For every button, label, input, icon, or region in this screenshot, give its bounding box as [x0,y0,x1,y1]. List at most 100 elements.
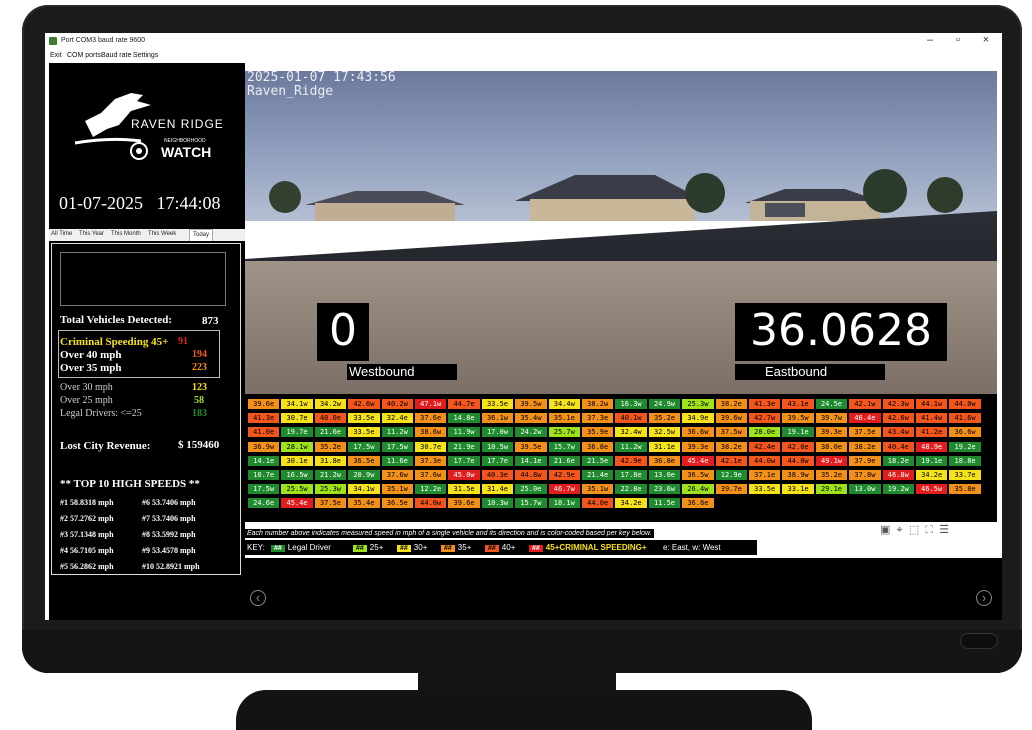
speed-cell: 11.2w [615,441,647,452]
camera-timestamp: 2025-01-07 17:43:56 [247,71,396,85]
tab-all-time[interactable]: All Time [51,231,72,237]
crop-icon[interactable]: ⬚ [909,524,919,536]
over25-label: Over 25 mph [60,395,113,406]
speed-cell: 37.5e [849,427,881,438]
speed-cell: 30.7e [415,441,447,452]
speed-cell: 42.4e [749,441,781,452]
speed-cell: 40.4e [882,441,914,452]
speed-cell: 31.8e [314,455,347,466]
key-30-swatch: ## [397,545,411,552]
close-button[interactable]: × [975,34,997,46]
speed-cell: 35.2e [815,470,848,480]
menu-com-ports[interactable]: COM ports [67,52,101,59]
speed-cell: 22.8e [615,484,647,495]
total-label: Total Vehicles Detected: [60,314,173,326]
speed-cell: 34.2e [615,498,647,509]
key-40-label: 40+ [501,543,516,552]
menu-icon[interactable]: ☰ [939,524,949,536]
speed-cell: 34.4w [548,399,580,409]
speed-cell: 28.0e [749,427,781,438]
speed-cell: 21.2w [314,470,347,480]
speed-cell: 18.1w [548,498,580,509]
current-time: 17:44:08 [156,193,221,213]
westbound-speed: 0 [329,305,357,356]
camera-houses [245,163,997,223]
speed-cell: 35.4e [348,498,380,509]
tab-this-week[interactable]: This Week [148,231,176,237]
speed-cell: 17.7e [448,455,480,466]
player-controls: ▣ ⌖ ⬚ ⛶ ☰ [880,523,949,537]
prev-arrow-icon[interactable]: ‹ [250,590,266,606]
speed-cell: 36.6w [949,427,981,438]
speed-cell: 14.1e [515,455,547,466]
key-35-swatch: ## [441,545,455,552]
speed-cell: 36.5w [682,470,714,480]
tab-today[interactable]: Today [189,229,214,241]
next-arrow-icon[interactable]: › [976,590,992,606]
raven-ridge-logo: RAVEN RIDGE NEIGHBORHOOD WATCH [71,81,241,171]
speed-cell: 42.6w [882,413,914,424]
over35-label: Over 35 mph [60,362,122,374]
revenue-value: $ 159460 [178,439,220,451]
speed-cell: 35.8e [949,484,981,495]
speed-cell: 17.8e [615,470,647,480]
window-title: Port COM3 baud rate 9600 [61,37,146,44]
legal-value: 183 [192,408,207,419]
speed-cell: 35.1w [381,484,413,495]
westbound-label-box: Westbound [347,364,457,380]
fullscreen-icon[interactable]: ⛶ [925,524,933,536]
speed-cell: 28.1w [281,441,313,452]
menu-bar: Exit COM ports Baud rate Settings [45,49,1002,63]
speed-cell: 39.6w [715,413,747,424]
camera-location: Raven_Ridge [247,84,334,99]
speed-cell: 36.8e [648,455,681,466]
legal-label: Legal Drivers: <=25 [60,408,142,419]
speed-cell: 41.4w [916,413,948,424]
color-key: KEY: ## Legal Driver ## 25+ ## 30+ ## 35+ ##… [245,540,757,555]
speed-cell: 35.4w [515,413,547,424]
speed-cell: 42.0e [782,441,814,452]
speed-cell: 41.3e [749,399,781,409]
speed-cell: 36.8e [682,498,714,509]
speed-cell: 15.7w [548,441,580,452]
speed-cell: 21.6e [314,427,347,438]
speed-cell: 46.8w [882,470,914,480]
menu-settings[interactable]: Settings [133,52,158,59]
speed-cell: 29.1e [815,484,848,495]
speed-cell: 36.8e [582,441,614,452]
speed-cell: 33.5e [348,413,380,424]
speed-cell: 38.2e [715,441,747,452]
window-icon[interactable]: ▣ [880,524,890,536]
speed-cell: 19.7e [281,427,313,438]
speed-cell: 11.6e [381,455,413,466]
speed-cell: 25.7w [548,427,580,438]
speed-cell: 13.0e [648,470,681,480]
key-30-label: 30+ [413,543,428,552]
menu-baud-rate[interactable]: Baud rate [101,52,131,59]
speed-cell: 36.5e [348,455,380,466]
speed-cell: 37.3e [415,455,447,466]
speed-cell: 39.5e [515,441,547,452]
speed-cell: 21.9e [448,441,480,452]
total-value: 873 [202,315,219,327]
speed-cell: 35.9e [582,427,614,438]
speed-cell: 24.6e [248,498,280,509]
minimize-button[interactable]: – [919,34,941,46]
top-speed-10: #10 52.8921 mph [142,562,200,571]
top10-title: ** TOP 10 HIGH SPEEDS ** [60,478,200,490]
grid-note: Each number above indicates measured spe… [245,529,654,538]
restore-button[interactable]: ▫ [947,34,969,46]
monitor-chin [22,630,1022,673]
tab-this-month[interactable]: This Month [111,231,141,237]
speed-cell: 44.0w [949,399,981,409]
menu-exit[interactable]: Exit [50,52,62,59]
tab-this-year[interactable]: This Year [79,231,104,237]
cast-icon[interactable]: ⌖ [897,524,903,536]
over30-value: 123 [192,382,207,393]
speed-cell: 21.6e [548,455,580,466]
camera-feed: 2025-01-07 17:43:56 Raven_Ridge 0 Westbo… [245,71,997,394]
speed-cell: 43.4w [882,427,914,438]
current-date: 01-07-2025 [59,193,143,213]
speed-cell: 39.7e [715,484,747,495]
speed-cell: 25.3w [682,399,714,409]
